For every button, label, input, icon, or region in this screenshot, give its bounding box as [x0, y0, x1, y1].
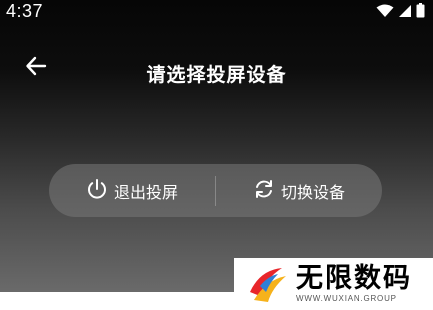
switch-device-label: 切换设备 [280, 182, 345, 202]
watermark-subtitle: WWW.WUXIAN.GROUP [296, 294, 397, 303]
status-time: 4:37 [6, 1, 44, 21]
watermark-text: 无限数码 WWW.WUXIAN.GROUP [296, 263, 412, 304]
brand-logo-icon [246, 262, 290, 306]
header: 请选择投屏设备 [0, 48, 433, 92]
exit-cast-label: 退出投屏 [113, 182, 178, 202]
cast-screen: 4:37 请选择投屏设备 退出投屏 切换设备 [0, 0, 433, 292]
watermark: 无限数码 WWW.WUXIAN.GROUP [234, 258, 433, 309]
cast-action-bar: 退出投屏 切换设备 [49, 164, 382, 217]
watermark-title: 无限数码 [296, 263, 412, 294]
exit-cast-button[interactable]: 退出投屏 [49, 164, 215, 217]
power-icon [86, 178, 108, 204]
refresh-icon [253, 178, 275, 204]
status-icons [376, 3, 425, 22]
page-title: 请选择投屏设备 [146, 64, 287, 86]
signal-icon [398, 3, 412, 22]
status-bar: 4:37 [0, 0, 433, 24]
battery-icon [416, 3, 425, 22]
switch-device-button[interactable]: 切换设备 [216, 164, 382, 217]
wifi-icon [376, 3, 394, 22]
